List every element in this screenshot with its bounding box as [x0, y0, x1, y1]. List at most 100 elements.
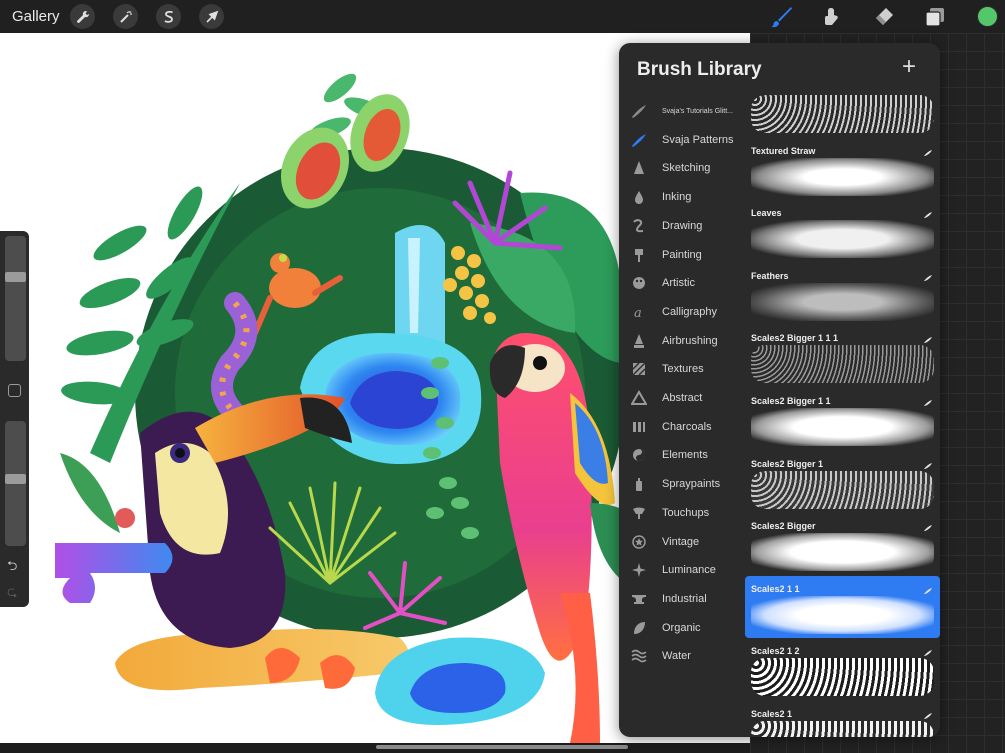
undo-button[interactable]: ⮌: [7, 557, 17, 579]
brush-stroke-preview: [751, 220, 934, 259]
brush-set-item[interactable]: Spraypaints: [619, 472, 745, 496]
charcoal-icon: [629, 417, 649, 437]
wrench-icon[interactable]: [70, 4, 95, 29]
brush-set-item[interactable]: Abstract: [619, 386, 745, 410]
magic-wand-icon[interactable]: [113, 4, 138, 29]
brush-set-label: Spraypaints: [662, 478, 721, 491]
brush-set-label: Luminance: [662, 564, 716, 577]
transform-arrow-icon[interactable]: [199, 4, 224, 29]
brush-set-item[interactable]: a Calligraphy: [619, 300, 745, 324]
imported-brush-icon: [923, 144, 933, 162]
brush-set-item[interactable]: Water: [619, 644, 745, 668]
brush-set-item[interactable]: Artistic: [619, 271, 745, 295]
airbrush-icon: [629, 331, 649, 351]
brush-set-label: Painting: [662, 248, 702, 261]
brush-set-item[interactable]: Svaja's Tutorials Glitt...: [619, 99, 745, 123]
brush-icon[interactable]: [770, 5, 794, 29]
home-indicator[interactable]: [376, 745, 628, 749]
brush-set-item[interactable]: Organic: [619, 616, 745, 640]
brush-set-item[interactable]: Inking: [619, 185, 745, 209]
imported-brush-icon: [923, 269, 933, 287]
brush-name: Scales2 1 1: [751, 583, 800, 594]
brush-item[interactable]: Scales2 1 2: [745, 638, 940, 700]
brush-item[interactable]: Scales2 Bigger 1 1: [745, 388, 940, 450]
brush-stroke-preview: [751, 408, 934, 446]
brush-item[interactable]: [745, 95, 940, 137]
procreate-app: Gallery ⮌ ⮎ Brush Library + Svaja's Tuto…: [0, 0, 1005, 753]
brush-set-item[interactable]: Airbrushing: [619, 329, 745, 353]
brush-set-item[interactable]: Touchups: [619, 501, 745, 525]
color-picker-button[interactable]: [977, 6, 998, 27]
touchup-icon: [629, 503, 649, 523]
top-toolbar: Gallery: [0, 0, 1005, 33]
imported-brush-icon: [923, 394, 933, 412]
modify-button[interactable]: [8, 384, 21, 397]
brush-size-slider[interactable]: [5, 236, 26, 361]
left-sidebar: ⮌ ⮎: [0, 231, 29, 607]
brush-name: Scales2 1 2: [751, 646, 800, 657]
brush-set-label: Artistic: [662, 277, 695, 290]
brush-item[interactable]: Scales2 1 1: [745, 575, 940, 638]
brush-set-label: Water: [662, 650, 691, 663]
brush-size-thumb[interactable]: [5, 272, 26, 282]
brush-list: Textured Straw Leaves Feathers Scales2 Bigg…: [745, 95, 940, 737]
brush-set-item[interactable]: Sketching: [619, 156, 745, 180]
brush-set-item[interactable]: Industrial: [619, 587, 745, 611]
brush-name: Scales2 Bigger 1 1: [751, 396, 831, 406]
brush-name: Scales2 Bigger: [751, 521, 816, 532]
brush-stroke-preview: [751, 282, 934, 321]
brush-item[interactable]: Feathers: [745, 263, 940, 325]
brush-item[interactable]: Textured Straw: [745, 138, 940, 200]
brush-name: Feathers: [751, 270, 789, 281]
brush-name: Scales2 1: [751, 709, 793, 719]
bottom-strip: [0, 743, 750, 753]
brush-stroke-preview: [751, 595, 934, 634]
brush-set-label: Svaja Patterns: [662, 133, 734, 146]
smudge-icon[interactable]: [819, 5, 843, 29]
add-brush-button[interactable]: +: [902, 55, 916, 79]
ink-drop-icon: [629, 187, 649, 207]
brush-set-label: Vintage: [662, 535, 700, 548]
brush-item[interactable]: Scales2 Bigger: [745, 513, 940, 575]
pencil-tip-icon: [629, 158, 649, 178]
textures-icon: [629, 359, 649, 379]
imported-brush-icon: [923, 457, 933, 475]
brush-stroke-preview: [751, 470, 934, 509]
waves-icon: [629, 646, 649, 666]
gallery-button[interactable]: Gallery: [12, 8, 60, 25]
selection-icon[interactable]: [156, 4, 181, 29]
imported-brush-icon: [923, 707, 933, 725]
eraser-icon[interactable]: [872, 5, 896, 29]
redo-button[interactable]: ⮎: [7, 583, 17, 605]
brush-item[interactable]: Scales2 Bigger 1: [745, 451, 940, 513]
stroke-icon: [629, 101, 649, 121]
brush-set-item[interactable]: Luminance: [619, 558, 745, 582]
spray-can-icon: [629, 474, 649, 494]
brush-set-item[interactable]: Textures: [619, 357, 745, 381]
brush-set-item[interactable]: Charcoals: [619, 415, 745, 439]
brush-name: Leaves: [751, 208, 782, 219]
brush-set-label: Abstract: [662, 392, 703, 404]
layers-icon[interactable]: [923, 5, 947, 29]
opacity-thumb[interactable]: [5, 474, 26, 484]
sparkle-icon: [629, 560, 649, 580]
squiggle-icon: [629, 216, 649, 236]
brush-name: Scales2 Bigger 1: [751, 458, 824, 469]
paint-brush-icon: [629, 245, 649, 265]
brush-set-item[interactable]: Vintage: [619, 530, 745, 554]
brush-set-label: Elements: [662, 449, 708, 462]
brush-set-label: Drawing: [662, 219, 703, 232]
opacity-slider[interactable]: [5, 421, 26, 546]
brush-set-label: Textures: [662, 363, 704, 376]
brush-set-item[interactable]: Svaja Patterns: [619, 128, 745, 152]
brush-set-label: Industrial: [662, 592, 707, 605]
brush-set-item[interactable]: Elements: [619, 443, 745, 467]
brush-set-item[interactable]: Painting: [619, 243, 745, 267]
stroke-icon: [629, 130, 649, 150]
calligraphy-icon: a: [629, 302, 649, 322]
brush-set-item[interactable]: Drawing: [619, 214, 745, 238]
leaf-icon: [629, 618, 649, 638]
brush-item[interactable]: Scales2 Bigger 1 1 1: [745, 325, 940, 387]
brush-item[interactable]: Leaves: [745, 200, 940, 262]
brush-item[interactable]: Scales2 1: [745, 701, 940, 737]
